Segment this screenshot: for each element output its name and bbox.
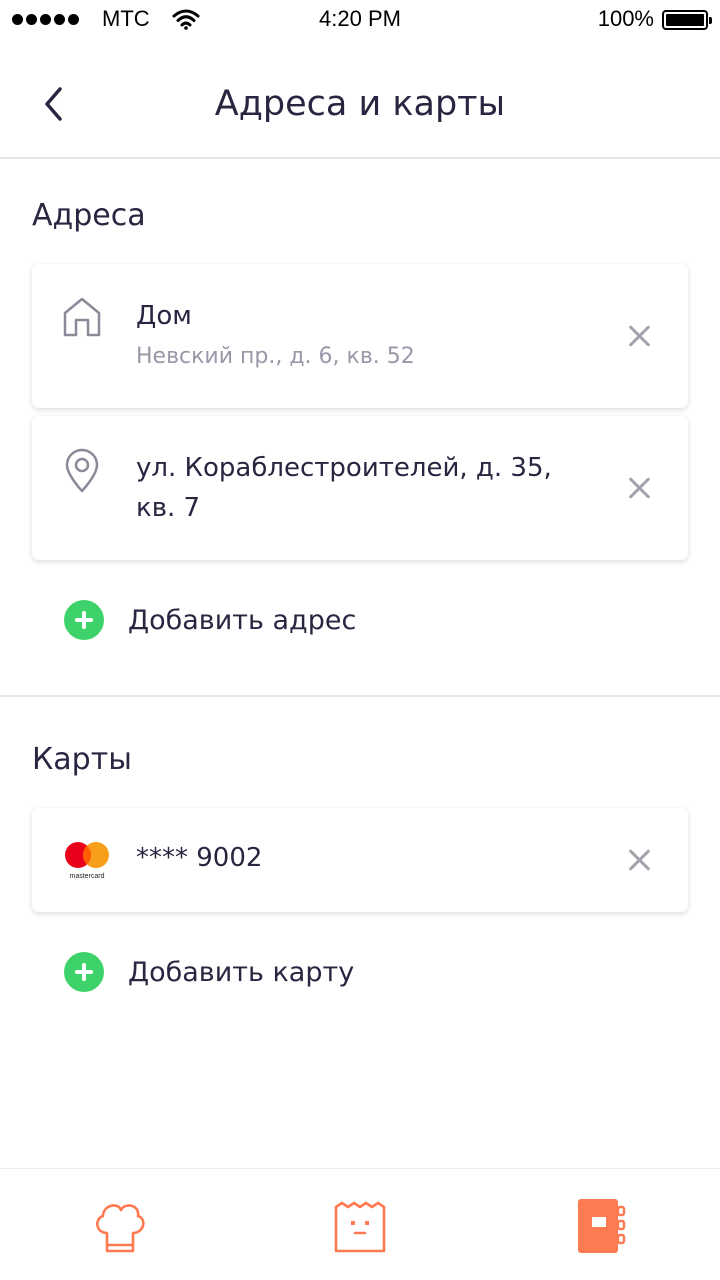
chef-hat-icon (96, 1204, 145, 1253)
remove-card-button[interactable] (628, 848, 652, 872)
notebook-icon (578, 1199, 626, 1253)
cards-section-title: Карты (32, 742, 132, 777)
add-card-button[interactable]: Добавить карту (64, 952, 354, 992)
location-pin-icon (65, 448, 99, 493)
plus-icon (64, 952, 104, 992)
add-address-button[interactable]: Добавить адрес (64, 600, 356, 640)
plus-icon (64, 600, 104, 640)
remove-address-button[interactable] (628, 324, 652, 348)
add-address-label: Добавить адрес (128, 604, 357, 636)
section-divider (0, 695, 720, 697)
add-card-label: Добавить карту (128, 956, 355, 988)
tab-menu[interactable] (90, 1197, 150, 1257)
address-title-line1: ул. Кораблестроителей, д. 35, (136, 453, 552, 483)
addresses-section-title: Адреса (32, 198, 146, 233)
tab-bar (0, 1168, 720, 1280)
card-number: **** 9002 (136, 843, 263, 873)
shopping-bag-icon (334, 1201, 386, 1253)
tab-orders[interactable] (330, 1197, 390, 1257)
remove-address-button[interactable] (628, 476, 652, 500)
page-title: Адреса и карты (214, 84, 506, 124)
address-card-second[interactable]: ул. Кораблестроителей, д. 35, кв. 7 (32, 416, 688, 560)
battery-icon (662, 10, 712, 30)
home-icon (63, 297, 101, 337)
navigation-bar: Адреса и карты (0, 40, 720, 159)
payment-card[interactable]: mastercard **** 9002 (32, 808, 688, 912)
battery-percentage: 100% (597, 6, 654, 31)
address-card-home[interactable]: Дом Невский пр., д. 6, кв. 52 (32, 264, 688, 408)
status-bar: МТС 4:20 PM 100% (0, 0, 720, 40)
mastercard-logo-text: mastercard (69, 873, 104, 880)
tab-profile[interactable] (570, 1197, 630, 1257)
address-title-line2: кв. 7 (136, 493, 201, 523)
address-title: Дом (136, 301, 192, 331)
address-subtitle: Невский пр., д. 6, кв. 52 (136, 344, 415, 369)
mastercard-icon: mastercard (65, 842, 109, 880)
